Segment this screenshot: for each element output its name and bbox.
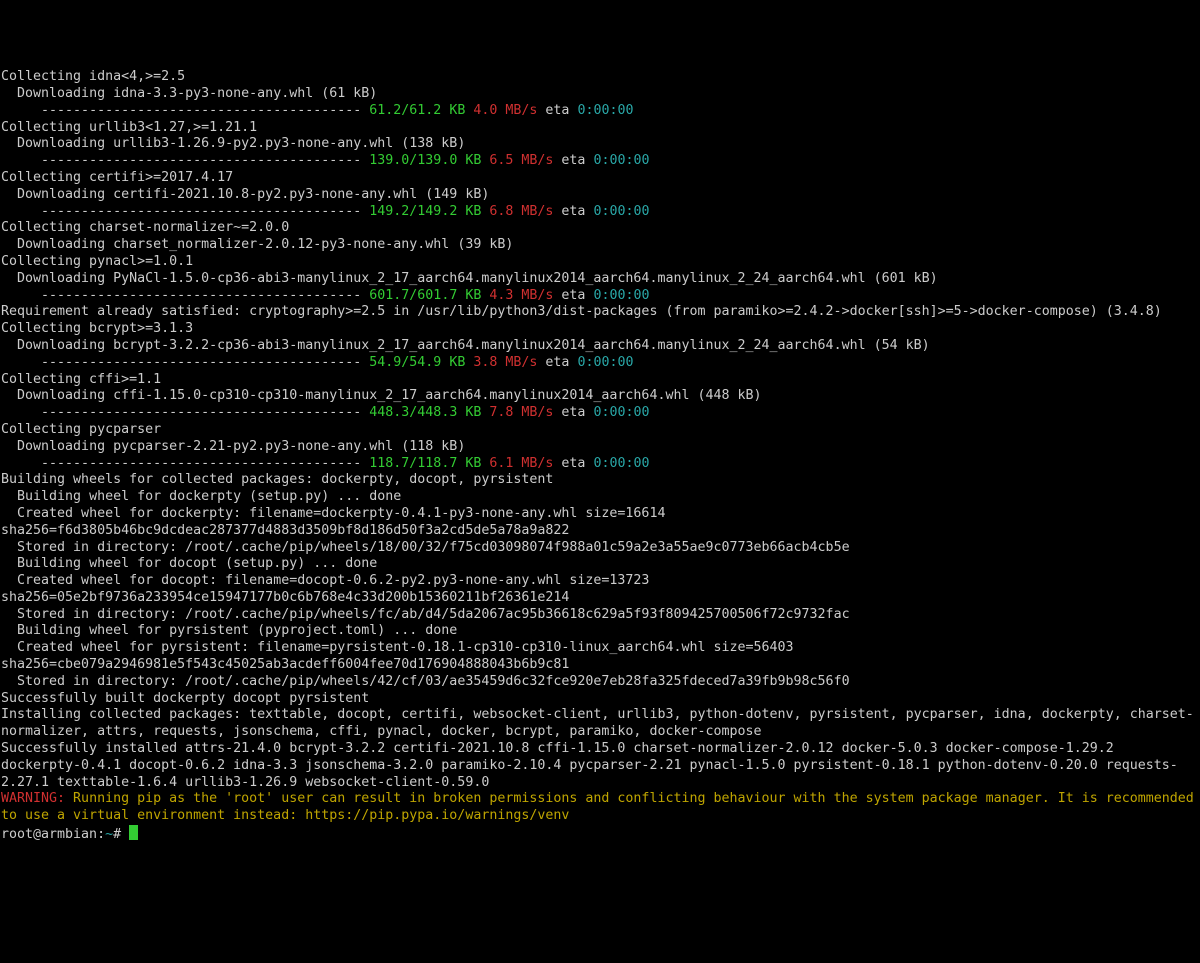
built-ok: Successfully built dockerpty docopt pyrs… xyxy=(1,691,369,706)
downloading-line: Downloading PyNaCl-1.5.0-cp36-abi3-manyl… xyxy=(1,271,938,286)
progress-eta-label: eta xyxy=(561,288,585,303)
progress-speed: 4.0 MB/s xyxy=(473,103,537,118)
collecting-line: Collecting pynacl>=1.0.1 xyxy=(1,254,193,269)
progress-bytes: 149.2/149.2 KB xyxy=(369,204,481,219)
progress-eta: 0:00:00 xyxy=(593,405,649,420)
collecting-line: Collecting charset-normalizer~=2.0.0 xyxy=(1,220,289,235)
building-wheel: Building wheel for pyrsistent (pyproject… xyxy=(1,623,457,638)
progress-dashes: ---------------------------------------- xyxy=(1,204,369,219)
building-wheel: Building wheel for dockerpty (setup.py) … xyxy=(1,489,401,504)
progress-eta-label: eta xyxy=(545,355,569,370)
progress-bytes: 601.7/601.7 KB xyxy=(369,288,481,303)
progress-eta-label: eta xyxy=(561,204,585,219)
progress-eta: 0:00:00 xyxy=(577,355,633,370)
created-wheel: Created wheel for docopt: filename=docop… xyxy=(1,573,657,605)
collecting-line: Collecting cffi>=1.1 xyxy=(1,372,161,387)
progress-dashes: ---------------------------------------- xyxy=(1,355,369,370)
progress-bytes: 54.9/54.9 KB xyxy=(369,355,465,370)
progress-speed: 6.5 MB/s xyxy=(489,153,553,168)
progress-eta-label: eta xyxy=(561,153,585,168)
building-header: Building wheels for collected packages: … xyxy=(1,472,553,487)
progress-dashes: ---------------------------------------- xyxy=(1,405,369,420)
progress-eta-label: eta xyxy=(545,103,569,118)
progress-eta: 0:00:00 xyxy=(593,456,649,471)
downloading-line: Downloading pycparser-2.21-py2.py3-none-… xyxy=(1,439,465,454)
progress-speed: 6.8 MB/s xyxy=(489,204,553,219)
progress-dashes: ---------------------------------------- xyxy=(1,153,369,168)
downloading-line: Downloading charset_normalizer-2.0.12-py… xyxy=(1,237,513,252)
stored-wheel: Stored in directory: /root/.cache/pip/wh… xyxy=(1,607,850,622)
stored-wheel: Stored in directory: /root/.cache/pip/wh… xyxy=(1,674,850,689)
warning: WARNING: Running pip as the 'root' user … xyxy=(1,791,1200,823)
requirement-satisfied: Requirement already satisfied: cryptogra… xyxy=(1,304,1162,319)
progress-bytes: 61.2/61.2 KB xyxy=(369,103,465,118)
progress-bytes: 448.3/448.3 KB xyxy=(369,405,481,420)
progress-bytes: 118.7/118.7 KB xyxy=(369,456,481,471)
progress-eta: 0:00:00 xyxy=(593,153,649,168)
warning-label: WARNING: xyxy=(1,791,65,806)
progress-speed: 6.1 MB/s xyxy=(489,456,553,471)
progress-speed: 7.8 MB/s xyxy=(489,405,553,420)
progress-dashes: ---------------------------------------- xyxy=(1,103,369,118)
progress-eta: 0:00:00 xyxy=(577,103,633,118)
stored-wheel: Stored in directory: /root/.cache/pip/wh… xyxy=(1,540,850,555)
progress-bytes: 139.0/139.0 KB xyxy=(369,153,481,168)
collecting-line: Collecting certifi>=2017.4.17 xyxy=(1,170,233,185)
progress-eta-label: eta xyxy=(561,405,585,420)
terminal-output[interactable]: Collecting idna<4,>=2.5 Downloading idna… xyxy=(1,69,1199,844)
progress-speed: 4.3 MB/s xyxy=(489,288,553,303)
collecting-line: Collecting bcrypt>=3.1.3 xyxy=(1,321,193,336)
installed-ok: Successfully installed attrs-21.4.0 bcry… xyxy=(1,741,1178,790)
building-wheel: Building wheel for docopt (setup.py) ...… xyxy=(1,556,377,571)
progress-eta: 0:00:00 xyxy=(593,288,649,303)
downloading-line: Downloading cffi-1.15.0-cp310-cp310-many… xyxy=(1,388,762,403)
created-wheel: Created wheel for pyrsistent: filename=p… xyxy=(1,640,802,672)
progress-speed: 3.8 MB/s xyxy=(473,355,537,370)
collecting-line: Collecting pycparser xyxy=(1,422,161,437)
progress-eta: 0:00:00 xyxy=(593,204,649,219)
downloading-line: Downloading idna-3.3-py3-none-any.whl (6… xyxy=(1,86,377,101)
installing: Installing collected packages: texttable… xyxy=(1,707,1194,739)
cursor[interactable] xyxy=(129,825,138,840)
progress-dashes: ---------------------------------------- xyxy=(1,456,369,471)
created-wheel: Created wheel for dockerpty: filename=do… xyxy=(1,506,673,538)
progress-eta-label: eta xyxy=(561,456,585,471)
collecting-line: Collecting urllib3<1.27,>=1.21.1 xyxy=(1,120,257,135)
downloading-line: Downloading certifi-2021.10.8-py2.py3-no… xyxy=(1,187,489,202)
downloading-line: Downloading bcrypt-3.2.2-cp36-abi3-manyl… xyxy=(1,338,930,353)
downloading-line: Downloading urllib3-1.26.9-py2.py3-none-… xyxy=(1,136,465,151)
collecting-line: Collecting idna<4,>=2.5 xyxy=(1,69,185,84)
progress-dashes: ---------------------------------------- xyxy=(1,288,369,303)
shell-prompt[interactable]: root@armbian:~# xyxy=(1,827,129,842)
